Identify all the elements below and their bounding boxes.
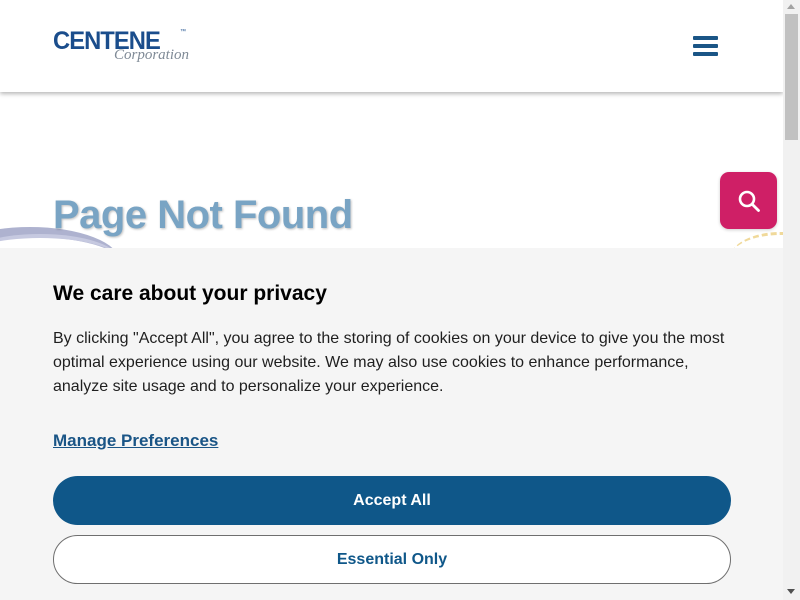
logo-trademark: ™ bbox=[180, 29, 186, 35]
cookie-banner-title: We care about your privacy bbox=[53, 282, 327, 305]
scroll-up-arrow-icon[interactable] bbox=[787, 4, 795, 9]
cookie-consent-banner: We care about your privacy By clicking "… bbox=[0, 248, 783, 600]
menu-bar bbox=[693, 52, 718, 56]
manage-preferences-link[interactable]: Manage Preferences bbox=[53, 430, 218, 452]
menu-bar bbox=[693, 36, 718, 40]
centene-logo[interactable]: CENTENE ™ Corporation bbox=[53, 27, 203, 67]
hero-section: Page Not Found bbox=[0, 92, 783, 252]
vertical-scrollbar[interactable] bbox=[783, 0, 800, 600]
page-title: Page Not Found bbox=[53, 193, 353, 237]
scroll-down-arrow-icon[interactable] bbox=[787, 589, 795, 594]
search-button[interactable] bbox=[720, 172, 777, 229]
page: CENTENE ™ Corporation Page Not Found We … bbox=[0, 0, 800, 600]
menu-bar bbox=[693, 44, 718, 48]
hamburger-menu-icon[interactable] bbox=[693, 35, 719, 57]
site-header: CENTENE ™ Corporation bbox=[0, 0, 783, 92]
search-icon bbox=[738, 190, 760, 212]
scrollbar-thumb[interactable] bbox=[785, 14, 798, 140]
essential-only-button[interactable]: Essential Only bbox=[53, 535, 731, 584]
logo-subtitle: Corporation bbox=[114, 47, 190, 63]
accept-all-button[interactable]: Accept All bbox=[53, 476, 731, 525]
cookie-banner-text: By clicking "Accept All", you agree to t… bbox=[53, 330, 725, 395]
